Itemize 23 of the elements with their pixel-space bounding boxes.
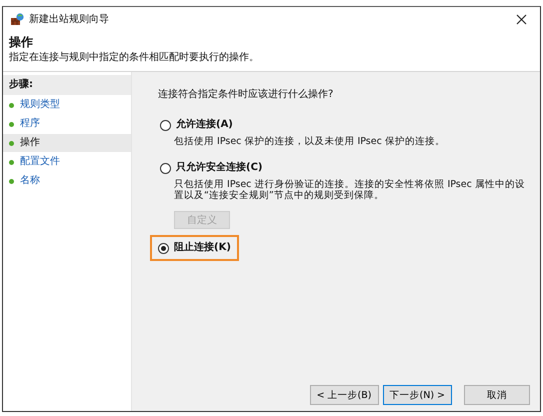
radio-option[interactable]: 阻止连接(K) xyxy=(158,241,231,255)
question-text: 连接符合指定条件时应该进行什么操作? xyxy=(158,88,334,102)
page-description: 指定在连接与规则中指定的条件相匹配时要执行的操作。 xyxy=(9,51,260,65)
firewall-icon xyxy=(10,12,24,26)
radio-option[interactable]: 只允许安全连接(C) xyxy=(160,161,262,175)
radio-option[interactable]: 允许连接(A) xyxy=(160,118,233,132)
nav-button[interactable]: < 上一步(B) xyxy=(310,385,378,405)
option-description: 只包括使用 IPsec 进行身份验证的连接。连接的安全性将依照 IPsec 属性中的设置以及“连接安全规则”节点中的规则受到保障。 xyxy=(174,179,526,201)
step-item[interactable]: 规则类型 xyxy=(3,96,131,114)
step-item[interactable]: 程序 xyxy=(3,115,131,133)
window-title: 新建出站规则向导 xyxy=(29,12,109,26)
radio-button[interactable] xyxy=(158,242,169,254)
steps-heading: 步骤: xyxy=(3,75,131,95)
option-description: 包括使用 IPsec 保护的连接，以及未使用 IPsec 保护的连接。 xyxy=(174,136,445,147)
step-item[interactable]: 操作 xyxy=(3,134,131,152)
page-heading: 操作 xyxy=(9,34,34,51)
radio-button[interactable] xyxy=(160,120,171,130)
step-item[interactable]: 配置文件 xyxy=(3,153,131,171)
nav-button[interactable]: 取消 xyxy=(464,385,530,405)
nav-button[interactable]: 下一步(N) > xyxy=(382,385,452,405)
radio-button[interactable] xyxy=(160,162,171,174)
step-item[interactable]: 名称 xyxy=(3,172,131,190)
close-icon xyxy=(516,14,526,24)
